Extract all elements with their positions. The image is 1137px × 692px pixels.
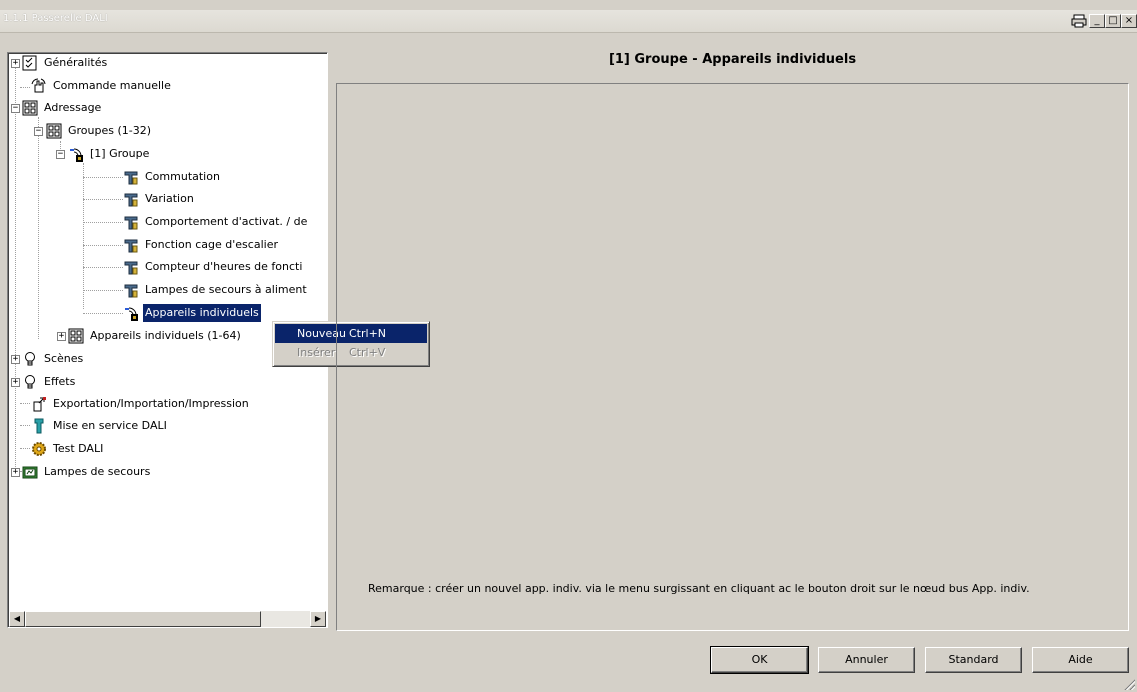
tree-item-label: Scènes	[44, 352, 84, 365]
help-button[interactable]: Aide	[1032, 647, 1129, 673]
tree-item-scenes[interactable]: Scènes	[22, 350, 85, 368]
tree-connector	[20, 403, 30, 404]
group-device-icon	[68, 146, 84, 162]
tree-item-label: Compteur d'heures de foncti	[145, 260, 303, 273]
tree-item-comportement[interactable]: Comportement d'activat. / de	[123, 213, 309, 231]
grid-icon	[46, 123, 62, 139]
minimize-button[interactable]: _	[1089, 14, 1105, 28]
tree-item-appareils-individuels[interactable]: Appareils individuels	[123, 304, 261, 322]
remark-text: Remarque : créer un nouvel app. indiv. v…	[368, 582, 1030, 595]
page-title: [1] Groupe - Appareils individuels	[608, 52, 857, 67]
tree-connector	[83, 267, 123, 268]
tree-item-label: Effets	[44, 375, 76, 388]
gear-icon	[31, 441, 47, 457]
tree-item-label: Comportement d'activat. / de	[145, 215, 308, 228]
tree-item-label: Adressage	[44, 101, 102, 114]
tool-icon	[123, 214, 139, 230]
tool-icon	[123, 191, 139, 207]
bulb-icon	[22, 351, 38, 367]
collapse-button[interactable]: −	[11, 104, 20, 113]
tree-item-label: Fonction cage d'escalier	[145, 238, 278, 251]
collapse-button[interactable]: −	[56, 150, 65, 159]
tree-item-adressage[interactable]: Adressage	[22, 99, 103, 117]
resize-grip[interactable]	[1123, 678, 1135, 690]
tree-item-label: Lampes de secours	[44, 465, 151, 478]
tree-item-compteur[interactable]: Compteur d'heures de foncti	[123, 258, 304, 276]
tree-connector	[20, 425, 30, 426]
tree-connector	[83, 163, 84, 309]
collapse-button[interactable]: −	[34, 127, 43, 136]
tree-item-test-dali[interactable]: Test DALI	[31, 440, 105, 458]
checklist-icon	[22, 55, 38, 71]
tree-item-mise-en-service[interactable]: Mise en service DALI	[31, 417, 169, 435]
tree-item-groupe-1[interactable]: [1] Groupe	[68, 145, 151, 163]
tree-item-groupes[interactable]: Groupes (1-32)	[46, 122, 153, 140]
emergency-lamp-icon	[22, 464, 38, 480]
tree-connector	[83, 199, 123, 200]
tree-item-variation[interactable]: Variation	[123, 190, 196, 208]
scroll-left-button[interactable]: ◀	[9, 611, 25, 627]
content-frame	[336, 83, 1129, 631]
maximize-button[interactable]: □	[1105, 14, 1121, 28]
tree-item-label: Variation	[145, 192, 194, 205]
tree-connector	[83, 313, 123, 314]
grid-icon	[68, 328, 84, 344]
tree-item-label: Exportation/Importation/Impression	[53, 397, 249, 410]
ok-button[interactable]: OK	[710, 646, 809, 674]
tool-icon	[123, 259, 139, 275]
print-icon[interactable]	[1070, 14, 1087, 28]
tree-item-appareils-individuels-64[interactable]: Appareils individuels (1-64)	[68, 327, 243, 345]
expand-button[interactable]: +	[11, 468, 20, 477]
tree-item-label: Test DALI	[53, 442, 104, 455]
tree-connector	[20, 448, 30, 449]
tree-item-lampes-secours[interactable]: Lampes de secours	[22, 463, 152, 481]
wrench-icon	[31, 418, 47, 434]
tree-item-commande-manuelle[interactable]: Commande manuelle	[31, 77, 173, 95]
tree-connector	[38, 117, 39, 339]
group-device-icon	[123, 305, 139, 321]
tree-connector	[83, 245, 123, 246]
tree-item-label: Commutation	[145, 170, 220, 183]
title-bar: 1.1.1 Passerelle DALI _ □ ×	[0, 10, 1137, 33]
tree-item-generalites[interactable]: Généralités	[22, 54, 109, 72]
tree-item-label: Commande manuelle	[53, 79, 171, 92]
tree-item-label: Mise en service DALI	[53, 419, 167, 432]
tool-icon	[123, 237, 139, 253]
tree-connector	[83, 290, 123, 291]
tree-connector	[83, 177, 123, 178]
window-title: 1.1.1 Passerelle DALI	[3, 13, 108, 24]
tree-item-label: Lampes de secours à aliment	[145, 283, 307, 296]
tree-item-cage-escalier[interactable]: Fonction cage d'escalier	[123, 236, 280, 254]
expand-button[interactable]: +	[11, 59, 20, 68]
tree-item-label: Généralités	[44, 56, 108, 69]
scroll-right-button[interactable]: ▶	[310, 611, 326, 627]
cancel-button[interactable]: Annuler	[818, 647, 915, 673]
horizontal-scrollbar[interactable]: ◀ ▶	[9, 611, 326, 627]
tree-connector	[15, 65, 16, 473]
export-icon	[31, 396, 47, 412]
menu-item-label: Insérer	[297, 346, 336, 359]
tree-item-effets[interactable]: Effets	[22, 373, 77, 391]
grid-icon	[22, 100, 38, 116]
tree-item-label: [1] Groupe	[90, 147, 150, 160]
tree-item-lampes-secours-alim[interactable]: Lampes de secours à aliment	[123, 281, 309, 299]
expand-button[interactable]: +	[11, 355, 20, 364]
tree-item-commutation[interactable]: Commutation	[123, 168, 222, 186]
expand-button[interactable]: +	[11, 378, 20, 387]
scroll-thumb[interactable]	[25, 611, 261, 627]
tree-connector	[83, 222, 123, 223]
tool-icon	[123, 169, 139, 185]
tree-item-export[interactable]: Exportation/Importation/Impression	[31, 395, 251, 413]
tree-item-label: Appareils individuels	[143, 304, 261, 322]
close-button[interactable]: ×	[1121, 14, 1137, 28]
tool-icon	[123, 282, 139, 298]
expand-button[interactable]: +	[57, 332, 66, 341]
tree-connector	[20, 87, 30, 88]
tree-item-label: Appareils individuels (1-64)	[90, 329, 241, 342]
tree-item-label: Groupes (1-32)	[68, 124, 152, 137]
standard-button[interactable]: Standard	[925, 647, 1022, 673]
bulb-icon	[22, 374, 38, 390]
hand-icon	[31, 78, 47, 94]
